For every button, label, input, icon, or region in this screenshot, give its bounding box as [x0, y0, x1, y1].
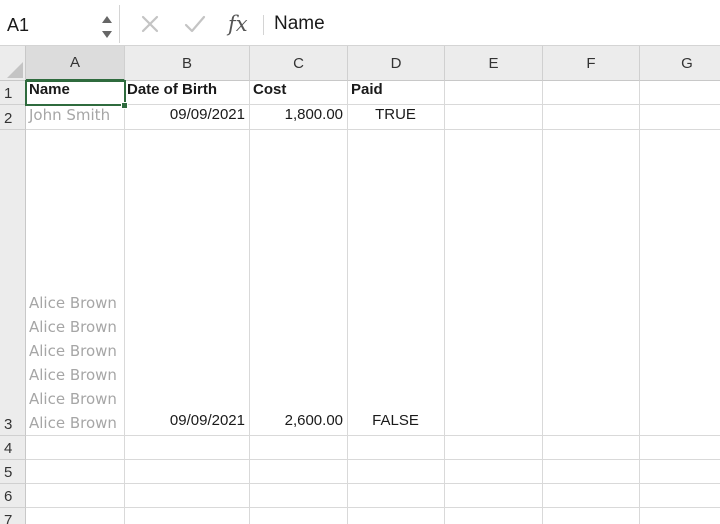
cell-a2-text: John Smith — [29, 106, 111, 124]
cell-f1[interactable] — [543, 81, 640, 105]
cell-b1[interactable]: Date of Birth — [125, 81, 250, 105]
cell-g6[interactable] — [640, 484, 720, 508]
function-icon[interactable]: fx — [228, 8, 248, 40]
cell-d1[interactable]: Paid — [348, 81, 445, 105]
cell-e1[interactable] — [445, 81, 543, 105]
cell-f6[interactable] — [543, 484, 640, 508]
formula-input[interactable]: Name — [274, 13, 325, 35]
cell-e6[interactable] — [445, 484, 543, 508]
cell-a3[interactable]: Alice Brown Alice Brown Alice Brown Alic… — [26, 130, 125, 436]
check-icon[interactable] — [184, 8, 206, 40]
cell-g5[interactable] — [640, 460, 720, 484]
fill-handle[interactable] — [121, 102, 128, 109]
cell-d1-text: Paid — [351, 81, 383, 98]
cell-c2-text: 1,800.00 — [284, 106, 343, 123]
cell-c2[interactable]: 1,800.00 — [250, 105, 348, 130]
cell-d4[interactable] — [348, 436, 445, 460]
cell-d7[interactable] — [348, 508, 445, 524]
cell-e3[interactable] — [445, 130, 543, 436]
row-header-2[interactable]: 2 — [0, 105, 26, 130]
cell-d5[interactable] — [348, 460, 445, 484]
cell-b6[interactable] — [125, 484, 250, 508]
formula-bar-divider — [263, 15, 264, 35]
cell-a6[interactable] — [26, 484, 125, 508]
cell-f2[interactable] — [543, 105, 640, 130]
cell-f4[interactable] — [543, 436, 640, 460]
cell-f7[interactable] — [543, 508, 640, 524]
column-header-f[interactable]: F — [543, 46, 640, 81]
select-all-corner[interactable] — [0, 46, 26, 81]
row-header-4[interactable]: 4 — [0, 436, 26, 460]
column-header-d[interactable]: D — [348, 46, 445, 81]
cell-c5[interactable] — [250, 460, 348, 484]
cell-f5[interactable] — [543, 460, 640, 484]
cell-a3-text: Alice Brown Alice Brown Alice Brown Alic… — [29, 294, 117, 432]
cell-e5[interactable] — [445, 460, 543, 484]
cell-b3[interactable]: 09/09/2021 — [125, 130, 250, 436]
formula-bar: A1 fx Name — [0, 0, 720, 46]
row-header-1[interactable]: 1 — [0, 81, 26, 105]
cell-c6[interactable] — [250, 484, 348, 508]
column-header-a[interactable]: A — [26, 46, 125, 81]
cell-d2-text: TRUE — [375, 106, 416, 123]
cell-g4[interactable] — [640, 436, 720, 460]
cell-b5[interactable] — [125, 460, 250, 484]
cell-b3-text: 09/09/2021 — [169, 412, 245, 429]
name-box-value: A1 — [7, 15, 30, 35]
cell-b2[interactable]: 09/09/2021 — [125, 105, 250, 130]
cell-b7[interactable] — [125, 508, 250, 524]
cell-d2[interactable]: TRUE — [348, 105, 445, 130]
x-icon[interactable] — [140, 8, 160, 40]
cell-c3[interactable]: 2,600.00 — [250, 130, 348, 436]
cell-d3-text: FALSE — [372, 412, 419, 429]
selection-outline — [25, 80, 126, 106]
cell-d3[interactable]: FALSE — [348, 130, 445, 436]
column-header-c[interactable]: C — [250, 46, 348, 81]
cell-f3[interactable] — [543, 130, 640, 436]
cell-b4[interactable] — [125, 436, 250, 460]
cell-d6[interactable] — [348, 484, 445, 508]
cell-c1[interactable]: Cost — [250, 81, 348, 105]
name-box-stepper-icon[interactable] — [100, 13, 114, 41]
cell-g7[interactable] — [640, 508, 720, 524]
cell-a4[interactable] — [26, 436, 125, 460]
cell-g2[interactable] — [640, 105, 720, 130]
cell-c3-text: 2,600.00 — [284, 412, 343, 429]
cell-a5[interactable] — [26, 460, 125, 484]
cell-g3[interactable] — [640, 130, 720, 436]
cell-b1-text: Date of Birth — [127, 81, 217, 98]
cell-c4[interactable] — [250, 436, 348, 460]
cell-a7[interactable] — [26, 508, 125, 524]
row-header-7[interactable]: 7 — [0, 508, 26, 524]
cell-e4[interactable] — [445, 436, 543, 460]
column-header-e[interactable]: E — [445, 46, 543, 81]
column-header-g[interactable]: G — [640, 46, 720, 81]
cell-e2[interactable] — [445, 105, 543, 130]
row-header-3[interactable]: 3 — [0, 130, 26, 436]
cell-b2-text: 09/09/2021 — [169, 106, 245, 123]
cell-c1-text: Cost — [253, 81, 287, 98]
row-header-6[interactable]: 6 — [0, 484, 26, 508]
name-box[interactable]: A1 — [0, 5, 120, 43]
cell-a2[interactable]: John Smith — [26, 105, 125, 130]
column-header-b[interactable]: B — [125, 46, 250, 81]
cell-c7[interactable] — [250, 508, 348, 524]
cell-g1[interactable] — [640, 81, 720, 105]
cell-e7[interactable] — [445, 508, 543, 524]
spreadsheet-grid: A B C D E F G 1 2 3 4 5 6 7 Name Date of… — [0, 46, 720, 524]
row-header-5[interactable]: 5 — [0, 460, 26, 484]
fx-label: fx — [228, 12, 248, 36]
